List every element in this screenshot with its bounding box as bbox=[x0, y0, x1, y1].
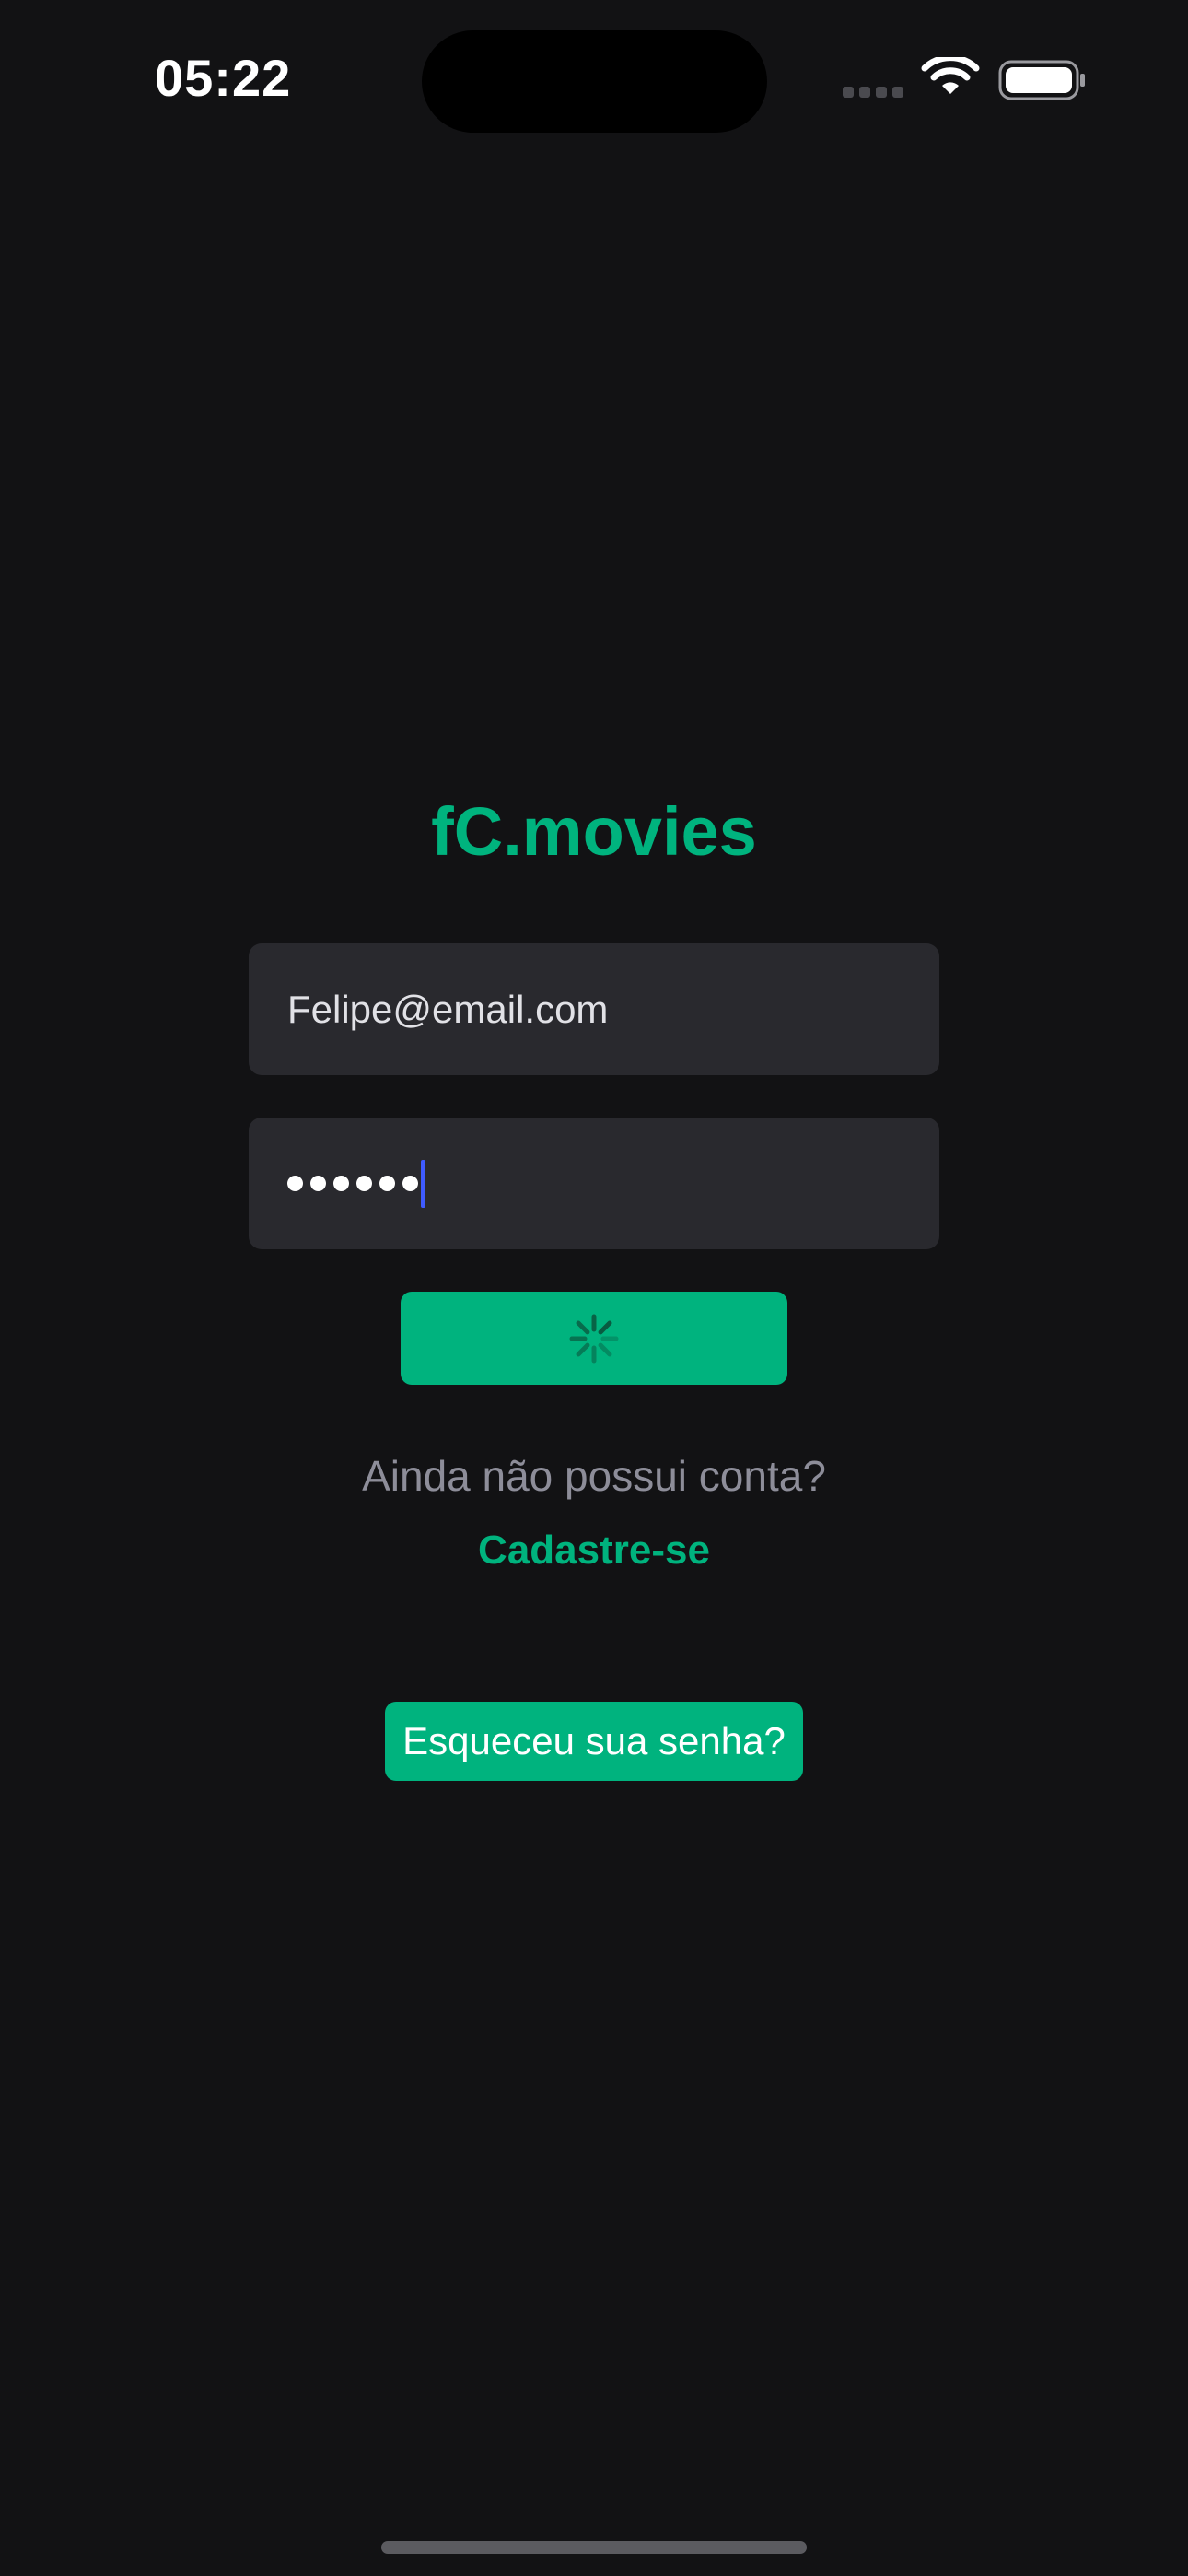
wifi-icon bbox=[921, 57, 980, 94]
forgot-password-button[interactable]: Esqueceu sua senha? bbox=[385, 1702, 803, 1781]
email-field-value: Felipe@email.com bbox=[287, 987, 609, 1031]
password-dot bbox=[379, 1176, 395, 1191]
password-field[interactable] bbox=[249, 1118, 939, 1249]
status-time: 05:22 bbox=[155, 49, 292, 107]
text-caret bbox=[421, 1159, 425, 1208]
spinner-spoke bbox=[598, 1320, 612, 1335]
battery-icon bbox=[998, 60, 1085, 100]
password-dot bbox=[333, 1176, 349, 1191]
forgot-password-label: Esqueceu sua senha? bbox=[402, 1719, 786, 1762]
cellular-signal-icon bbox=[843, 87, 903, 98]
no-account-text: Ainda não possui conta? bbox=[362, 1452, 826, 1500]
spinner-spoke bbox=[598, 1342, 612, 1357]
status-bar: 05:22 bbox=[0, 0, 1188, 157]
spinner-spoke bbox=[576, 1342, 590, 1357]
email-field[interactable]: Felipe@email.com bbox=[249, 943, 939, 1075]
loading-spinner-icon bbox=[569, 1314, 619, 1364]
password-dot bbox=[356, 1176, 372, 1191]
dynamic-island bbox=[422, 30, 767, 133]
signup-link[interactable]: Cadastre-se bbox=[0, 1528, 1188, 1574]
password-dot bbox=[310, 1176, 326, 1191]
spinner-spoke bbox=[576, 1320, 590, 1335]
home-indicator[interactable] bbox=[381, 2541, 807, 2554]
password-dot bbox=[287, 1176, 303, 1191]
password-dot bbox=[402, 1176, 418, 1191]
app-logo: fC.movies bbox=[431, 793, 757, 870]
password-masked-value bbox=[287, 1176, 418, 1191]
